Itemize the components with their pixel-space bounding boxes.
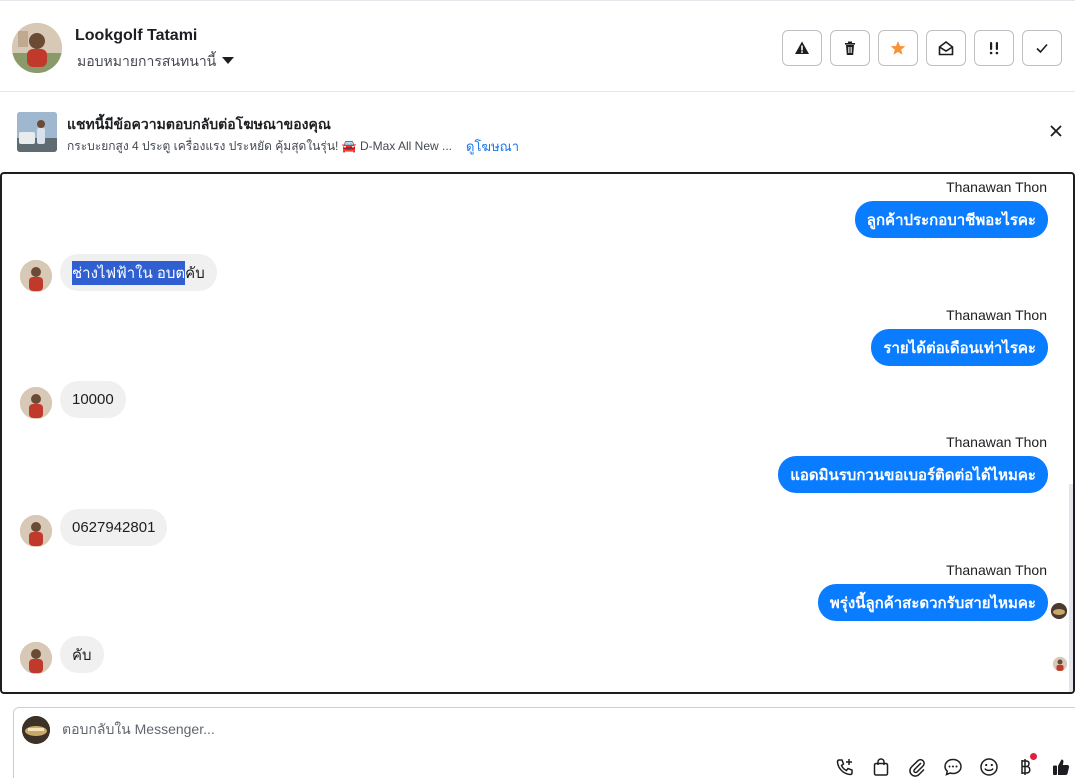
message-bubble-outgoing[interactable]: พรุ่งนี้ลูกค้าสะดวกรับสายไหมคะ — [817, 584, 1048, 621]
emoji-button[interactable] — [978, 756, 1000, 778]
message-bubble-incoming[interactable]: คับ — [60, 636, 104, 673]
check-icon — [1036, 43, 1048, 54]
report-spam-button[interactable] — [782, 30, 822, 66]
ad-reply-banner: แชทนี้มีข้อความตอบกลับต่อโฆษณาของคุณ กระ… — [0, 93, 1075, 171]
message-bubble-incoming[interactable]: 10000 — [60, 381, 126, 418]
contact-name[interactable]: Lookgolf Tatami — [75, 27, 197, 45]
ad-thumbnail[interactable] — [17, 112, 57, 152]
message-bubble-incoming[interactable]: ช่างไฟฟ้าใน อบต คับ — [60, 254, 217, 291]
star-button[interactable] — [878, 30, 918, 66]
baht-icon — [1021, 759, 1031, 775]
trash-icon — [845, 41, 855, 55]
messenger-conversation: Lookgolf Tatami มอบหมายการสนทนานี้ แชทนี… — [0, 0, 1075, 778]
sender-name: Thanawan Thon — [946, 307, 1047, 323]
view-ad-link[interactable]: ดูโฆษณา — [466, 136, 519, 157]
message-text: คับ — [185, 264, 205, 282]
ad-description: กระบะยกสูง 4 ประตู เครื่องแรง ประหยัด คุ… — [67, 139, 452, 153]
warning-icon — [795, 41, 809, 54]
speech-bubble-icon — [944, 758, 962, 776]
caret-down-icon — [222, 56, 235, 64]
contact-avatar[interactable] — [12, 23, 62, 73]
reply-composer — [13, 707, 1075, 778]
sender-name: Thanawan Thon — [946, 434, 1047, 450]
double-exclamation-icon — [989, 42, 999, 55]
saved-replies-button[interactable] — [942, 756, 964, 778]
envelope-open-icon — [938, 40, 954, 56]
shopping-bag-icon — [873, 758, 889, 776]
call-add-icon — [836, 759, 853, 776]
reply-input[interactable] — [62, 721, 762, 737]
like-button[interactable] — [1050, 756, 1072, 778]
delete-button[interactable] — [830, 30, 870, 66]
thumbs-up-icon — [1053, 759, 1070, 775]
contact-avatar-small — [20, 642, 52, 674]
assign-conversation-dropdown[interactable]: มอบหมายการสนทนานี้ — [77, 51, 235, 73]
contact-avatar-small — [20, 260, 52, 292]
contact-avatar-small — [20, 387, 52, 419]
sender-name: Thanawan Thon — [946, 179, 1047, 195]
paperclip-icon — [909, 758, 925, 777]
page-avatar — [22, 716, 50, 744]
message-bubble-outgoing[interactable]: แอดมินรบกวนขอเบอร์ติดต่อได้ไหมคะ — [778, 456, 1048, 493]
contact-avatar-small — [20, 515, 52, 547]
payment-button[interactable] — [1014, 753, 1037, 778]
ad-banner-subtitle: กระบะยกสูง 4 ประตู เครื่องแรง ประหยัด คุ… — [67, 136, 519, 157]
follow-up-button[interactable] — [974, 30, 1014, 66]
message-thread[interactable]: Thanawan Thon ลูกค้าประกอบาชีพอะไรคะ ช่า… — [0, 172, 1075, 694]
selected-text: ช่างไฟฟ้าใน อบต — [72, 260, 186, 285]
close-icon[interactable] — [1047, 122, 1065, 140]
seen-indicator-avatar — [1051, 603, 1067, 619]
smiley-icon — [980, 758, 998, 776]
notification-dot — [1030, 753, 1037, 760]
assign-label: มอบหมายการสนทนานี้ — [77, 53, 217, 69]
read-receipt-avatar — [1053, 657, 1067, 671]
scrollbar[interactable] — [1069, 484, 1073, 692]
message-bubble-incoming[interactable]: 0627942801 — [60, 509, 168, 546]
conversation-header: Lookgolf Tatami มอบหมายการสนทนานี้ — [0, 0, 1075, 92]
message-bubble-outgoing[interactable]: รายได้ต่อเดือนเท่าไรคะ — [871, 329, 1048, 366]
mark-done-button[interactable] — [1022, 30, 1062, 66]
call-add-button[interactable] — [834, 756, 856, 778]
mark-unread-button[interactable] — [926, 30, 966, 66]
conversation-actions — [782, 30, 1062, 66]
composer-toolbar — [834, 753, 1072, 778]
message-bubble-outgoing[interactable]: ลูกค้าประกอบาชีพอะไรคะ — [854, 201, 1048, 238]
star-icon — [890, 41, 906, 55]
shop-button[interactable] — [870, 756, 892, 778]
ad-banner-title: แชทนี้มีข้อความตอบกลับต่อโฆษณาของคุณ — [67, 116, 331, 132]
attach-button[interactable] — [906, 756, 928, 778]
sender-name: Thanawan Thon — [946, 562, 1047, 578]
